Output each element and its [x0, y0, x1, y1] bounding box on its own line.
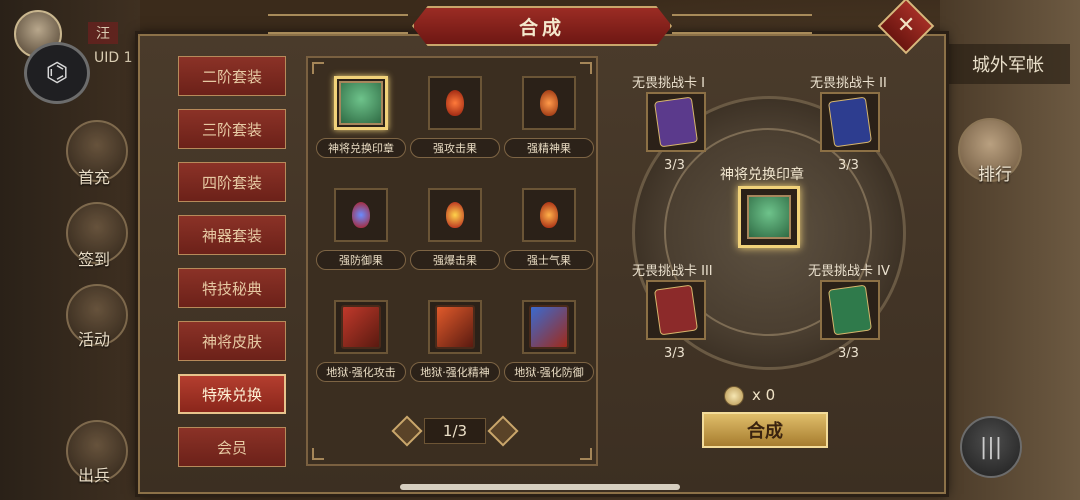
item-name: 地狱·强化精神	[410, 362, 500, 382]
item-slot	[334, 188, 388, 242]
material-count: 3/3	[664, 158, 685, 173]
coin-icon	[724, 386, 744, 406]
item-slot	[334, 300, 388, 354]
item-name: 强精神果	[504, 138, 594, 158]
fruit-icon	[540, 90, 558, 116]
first-recharge-label: 首充	[78, 168, 111, 187]
material-name: 无畏挑战卡 II	[810, 76, 887, 91]
item-name: 地狱·强化攻击	[316, 362, 406, 382]
item-grid-panel: 神将兑换印章 强攻击果 强精神果 强防御果 强爆击果 强士气果 地狱·强化攻击 …	[306, 56, 598, 466]
grid-item[interactable]: 神将兑换印章	[316, 76, 406, 162]
item-slot	[522, 76, 576, 130]
dialog-title: 合成	[518, 16, 565, 39]
grid-item[interactable]: 强精神果	[504, 76, 594, 162]
tab-tier4-set[interactable]: 四阶套装	[178, 162, 286, 202]
main-menu-button[interactable]: |||	[960, 416, 1022, 478]
challenge-card-icon	[827, 96, 873, 148]
corner-ornament	[312, 62, 324, 74]
material-count: 3/3	[664, 346, 685, 361]
item-slot	[334, 76, 388, 130]
corner-ornament	[580, 62, 592, 74]
item-slot	[522, 188, 576, 242]
challenge-card-icon	[827, 284, 873, 336]
dialog-title-bar: 合成	[412, 6, 672, 46]
grid-item[interactable]: 地狱·强化攻击	[316, 300, 406, 386]
player-uid: UID 1	[94, 50, 133, 66]
tab-tier2-set[interactable]: 二阶套装	[178, 56, 286, 96]
tab-tier3-set[interactable]: 三阶套装	[178, 109, 286, 149]
tab-skill-manual[interactable]: 特技秘典	[178, 268, 286, 308]
page-navigator: 1/3	[391, 415, 519, 447]
material-name: 无畏挑战卡 IV	[808, 264, 890, 279]
home-indicator	[400, 484, 680, 490]
prev-page-arrow-icon[interactable]	[391, 415, 423, 447]
material-count: 3/3	[838, 158, 859, 173]
target-item-name: 神将兑换印章	[720, 167, 804, 183]
item-slot	[522, 300, 576, 354]
fruit-icon	[352, 202, 370, 228]
challenge-card-icon	[653, 96, 699, 148]
fruit-icon	[446, 202, 464, 228]
item-slot	[428, 188, 482, 242]
item-slot	[428, 300, 482, 354]
item-name: 神将兑换印章	[316, 138, 406, 158]
grid-item[interactable]: 强爆击果	[410, 188, 500, 274]
seal-icon	[339, 81, 383, 125]
book-icon	[341, 305, 381, 349]
fruit-icon	[540, 202, 558, 228]
player-name: 汪	[88, 22, 118, 44]
book-icon	[529, 305, 569, 349]
seal-icon	[747, 195, 791, 239]
material-slot[interactable]	[820, 280, 880, 340]
item-slot	[428, 76, 482, 130]
title-ornament-right	[672, 14, 812, 34]
fruit-icon	[446, 90, 464, 116]
guild-logo-icon[interactable]: ⌬	[24, 42, 90, 104]
compose-button[interactable]: 合成	[702, 412, 828, 448]
material-name: 无畏挑战卡 I	[632, 76, 705, 91]
ranking-label: 排行	[978, 165, 1012, 185]
city-camp-label[interactable]: 城外军帐	[946, 44, 1070, 84]
tab-vip[interactable]: 会员	[178, 427, 286, 467]
close-icon: ✕	[896, 13, 916, 38]
material-name: 无畏挑战卡 III	[632, 264, 713, 279]
target-item-slot[interactable]	[738, 186, 800, 248]
activity-label: 活动	[78, 330, 111, 349]
material-slot[interactable]	[820, 92, 880, 152]
tab-general-skin[interactable]: 神将皮肤	[178, 321, 286, 361]
grid-item[interactable]: 强防御果	[316, 188, 406, 274]
challenge-card-icon	[653, 284, 699, 336]
grid-item[interactable]: 地狱·强化精神	[410, 300, 500, 386]
tab-artifact-set[interactable]: 神器套装	[178, 215, 286, 255]
next-page-arrow-icon[interactable]	[487, 415, 519, 447]
page-indicator: 1/3	[424, 418, 486, 444]
material-slot[interactable]	[646, 92, 706, 152]
item-name: 强爆击果	[410, 250, 500, 270]
item-name: 地狱·强化防御	[504, 362, 594, 382]
item-name: 强士气果	[504, 250, 594, 270]
grid-item[interactable]: 强攻击果	[410, 76, 500, 162]
book-icon	[435, 305, 475, 349]
grid-item[interactable]: 强士气果	[504, 188, 594, 274]
grid-item[interactable]: 地狱·强化防御	[504, 300, 594, 386]
title-ornament-left	[268, 14, 408, 34]
corner-ornament	[312, 448, 324, 460]
item-name: 强攻击果	[410, 138, 500, 158]
item-name: 强防御果	[316, 250, 406, 270]
checkin-label: 签到	[78, 250, 111, 269]
corner-ornament	[580, 448, 592, 460]
deploy-label: 出兵	[78, 466, 111, 485]
tab-special-exchange[interactable]: 特殊兑换	[178, 374, 286, 414]
material-slot[interactable]	[646, 280, 706, 340]
cost-amount: x 0	[752, 386, 776, 404]
material-count: 3/3	[838, 346, 859, 361]
